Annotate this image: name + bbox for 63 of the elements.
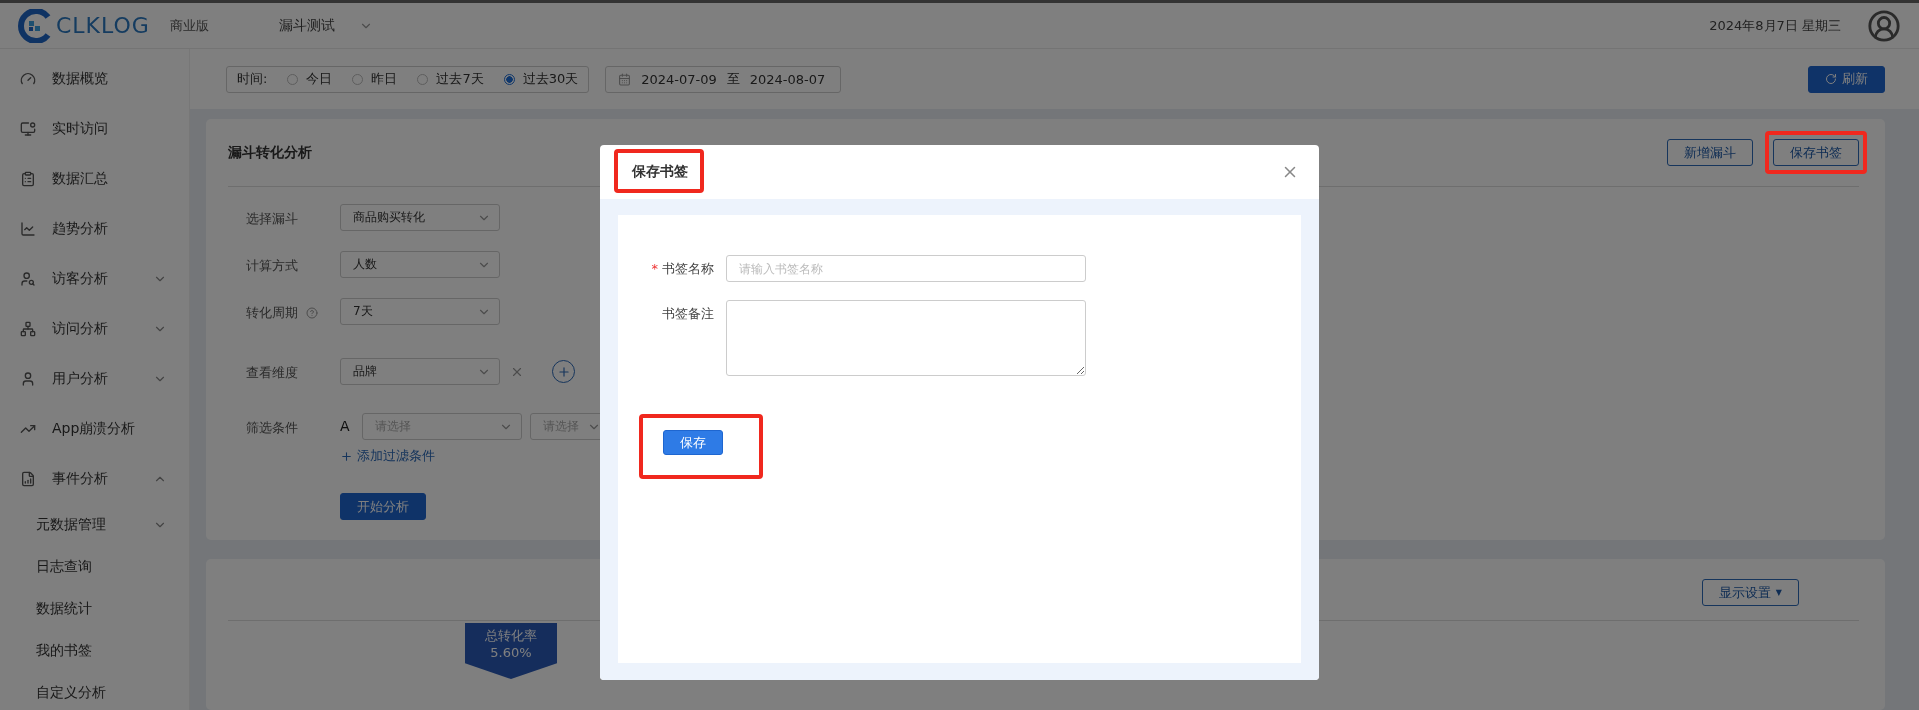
- card-button[interactable]: 保存书签: [1773, 139, 1859, 166]
- form-label: 查看维度: [246, 364, 299, 382]
- logo-icon: [18, 8, 52, 43]
- menu-icon: [20, 121, 36, 137]
- input-field[interactable]: 请输入书签名称: [726, 255, 1086, 282]
- dropdown[interactable]: 人数: [340, 251, 500, 278]
- display-settings-button[interactable]: 显示设置 ▼: [1701, 579, 1799, 606]
- sidebar-item[interactable]: 实时访问: [0, 104, 189, 154]
- menu-icon: [20, 271, 36, 287]
- sidebar-item[interactable]: 访问分析: [0, 304, 189, 354]
- sidebar-item[interactable]: 数据汇总: [0, 154, 189, 204]
- menu-icon: [20, 471, 36, 487]
- menu-icon: [20, 371, 36, 387]
- dialog-title: 保存书签: [632, 163, 688, 181]
- sidebar-item[interactable]: 数据概览: [0, 54, 189, 104]
- group-label: A: [340, 417, 351, 436]
- dropdown[interactable]: 品牌: [340, 358, 500, 385]
- form-label: 筛选条件: [246, 419, 299, 437]
- form-label: 转化周期: [246, 298, 340, 322]
- textarea-field[interactable]: [726, 300, 1086, 376]
- menu-icon: [20, 321, 36, 337]
- sidebar-subitem[interactable]: 自定义分析: [0, 672, 189, 710]
- sidebar-item[interactable]: 趋势分析: [0, 204, 189, 254]
- radio-option[interactable]: 今日: [287, 70, 333, 88]
- sidebar-subitem[interactable]: 元数据管理: [0, 504, 189, 546]
- menu-icon: [20, 221, 36, 237]
- radio-option[interactable]: 过去30天: [503, 70, 579, 88]
- filter-label: 时间:: [237, 70, 268, 88]
- calendar-icon: [618, 72, 632, 86]
- sidebar-item[interactable]: App崩溃分析: [0, 404, 189, 454]
- form-label: 计算方式: [246, 257, 299, 275]
- logo-text: CLKLOG: [56, 13, 150, 38]
- sidebar-item[interactable]: 用户分析: [0, 354, 189, 404]
- project-selector[interactable]: 漏斗测试: [278, 16, 373, 35]
- plus-icon: [556, 364, 571, 379]
- sidebar-subitem[interactable]: 我的书签: [0, 630, 189, 672]
- form-label: 选择漏斗: [246, 210, 299, 228]
- dropdown[interactable]: 7天: [340, 298, 500, 325]
- dropdown[interactable]: 商品购买转化: [340, 204, 500, 231]
- date-text: 2024年8月7日 星期三: [1709, 16, 1841, 35]
- sidebar-subitem[interactable]: 数据统计: [0, 588, 189, 630]
- refresh-button[interactable]: 刷新: [1808, 65, 1885, 93]
- card-title: 漏斗转化分析: [228, 143, 313, 162]
- sidebar-item[interactable]: 事件分析: [0, 454, 189, 504]
- date-range-field[interactable]: 2024-07-09 至 2024-08-07: [605, 65, 842, 93]
- avatar-icon[interactable]: [1867, 8, 1901, 43]
- start-analysis-button[interactable]: 开始分析: [340, 493, 426, 520]
- conversion-badge: 总转化率 5.60%: [465, 623, 557, 679]
- save-button[interactable]: 保存: [663, 430, 723, 455]
- remove-icon[interactable]: [510, 365, 524, 379]
- field-label: 书签备注: [661, 305, 715, 323]
- plus-icon: [340, 449, 353, 463]
- radio-option[interactable]: 昨日: [352, 70, 398, 88]
- sidebar-item[interactable]: 访客分析: [0, 254, 189, 304]
- add-filter-link[interactable]: 添加过滤条件: [340, 447, 610, 465]
- sidebar-subitem[interactable]: 日志查询: [0, 546, 189, 588]
- card-button[interactable]: 新增漏斗: [1667, 139, 1753, 166]
- menu-icon: [20, 71, 36, 87]
- edition-label: 商业版: [169, 16, 209, 35]
- refresh-icon: [1825, 73, 1837, 85]
- menu-icon: [20, 171, 36, 187]
- radio-option[interactable]: 过去7天: [417, 70, 484, 88]
- field-label: * 书签名称: [650, 260, 715, 278]
